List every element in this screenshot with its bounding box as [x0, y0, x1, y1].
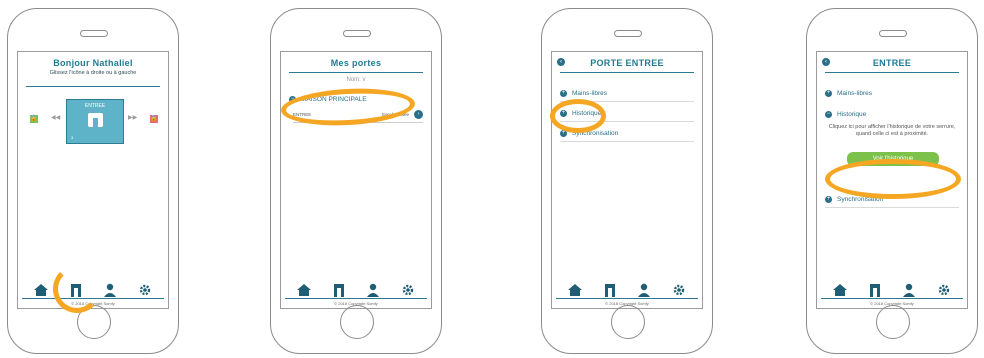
- speaker: [879, 30, 907, 37]
- minus-icon: −: [825, 111, 832, 118]
- door-card[interactable]: ENTREE 3: [66, 99, 124, 144]
- house-icon: [34, 284, 49, 296]
- nav-settings[interactable]: [670, 281, 688, 299]
- arrow-right-icon: ▶▶: [128, 115, 138, 121]
- title-divider: [26, 86, 160, 87]
- phone-4: ‹ ENTREE + Mains-libres − Historique Cli…: [806, 8, 978, 354]
- lock-icon[interactable]: 🔒: [150, 115, 158, 123]
- page-title: ENTREE: [872, 58, 912, 68]
- title-divider: [560, 72, 694, 73]
- door-icon: [333, 283, 344, 297]
- highlight-ring: [53, 265, 101, 313]
- bottom-nav: [817, 277, 967, 299]
- gear-icon: [402, 284, 413, 296]
- nav-home[interactable]: [295, 281, 313, 299]
- house-icon: [568, 284, 583, 296]
- phone-1: Bonjour Nathaliel Glissez l'icône à droi…: [7, 8, 179, 354]
- nav-user[interactable]: [364, 281, 382, 299]
- title-bar: ENTREE: [817, 58, 967, 68]
- history-message: Cliquez ici pour afficher l'historique d…: [828, 124, 956, 137]
- gear-icon: [938, 284, 949, 296]
- highlight-ring: [550, 99, 606, 133]
- sort-header[interactable]: Nom: v: [291, 77, 421, 83]
- bottom-nav: [552, 277, 702, 299]
- page-title: Mes portes: [330, 58, 382, 68]
- house-icon: [297, 284, 312, 296]
- nav-user[interactable]: [900, 281, 918, 299]
- title-bar: PORTE ENTREE: [552, 58, 702, 68]
- speaker: [614, 30, 642, 37]
- user-icon: [367, 283, 380, 297]
- nav-home[interactable]: [566, 281, 584, 299]
- phone-2: Mes portes Nom: v − MAISON PRINCIPALE EN…: [270, 8, 442, 354]
- nav-settings[interactable]: [935, 281, 953, 299]
- chevron-right-icon[interactable]: ›: [414, 110, 423, 119]
- home-button[interactable]: [340, 305, 374, 339]
- page-title: Bonjour Nathaliel: [53, 58, 133, 68]
- home-button[interactable]: [611, 305, 645, 339]
- arrow-left-icon: ◀◀: [51, 115, 61, 121]
- plus-icon: +: [560, 90, 567, 97]
- gear-icon: [139, 284, 150, 296]
- phone-3: ‹ PORTE ENTREE + Mains-libres + Historiq…: [541, 8, 713, 354]
- user-icon: [903, 283, 916, 297]
- nav-doors[interactable]: [601, 281, 619, 299]
- bottom-nav: [281, 277, 431, 299]
- house-icon: [833, 284, 848, 296]
- page-subtitle: Glissez l'icône à droite ou à gauche: [49, 70, 137, 76]
- highlight-ring: [825, 159, 961, 199]
- nav-settings[interactable]: [399, 281, 417, 299]
- user-icon: [638, 283, 651, 297]
- user-icon: [104, 283, 117, 297]
- speaker: [343, 30, 371, 37]
- menu-item-label: Mains-libres: [572, 90, 608, 97]
- plus-icon: +: [825, 90, 832, 97]
- menu-item-label: Historique: [837, 111, 867, 118]
- screen-door-detail: ‹ PORTE ENTREE + Mains-libres + Historiq…: [551, 51, 703, 309]
- menu-item-history[interactable]: − Historique: [825, 107, 959, 122]
- title-divider: [825, 72, 959, 73]
- title-bar: Bonjour Nathaliel Glissez l'icône à droi…: [18, 58, 168, 76]
- page-title: PORTE ENTREE: [590, 58, 664, 68]
- menu-item-handsfree[interactable]: + Mains-libres: [825, 86, 959, 101]
- door-label: ENTREE: [84, 103, 106, 109]
- nav-user[interactable]: [101, 281, 119, 299]
- unlock-icon[interactable]: 🔓: [30, 115, 38, 123]
- plus-icon: +: [825, 196, 832, 203]
- home-button[interactable]: [876, 305, 910, 339]
- menu-item-label: Mains-libres: [837, 90, 873, 97]
- nav-home[interactable]: [32, 281, 50, 299]
- door-icon: [869, 283, 880, 297]
- nav-user[interactable]: [635, 281, 653, 299]
- title-divider: [289, 72, 423, 73]
- nav-doors[interactable]: [866, 281, 884, 299]
- nav-home[interactable]: [831, 281, 849, 299]
- speaker: [80, 30, 108, 37]
- door-icon: [88, 113, 103, 127]
- door-number: 3: [71, 135, 74, 140]
- door-icon: [604, 283, 615, 297]
- nav-settings[interactable]: [136, 281, 154, 299]
- nav-doors[interactable]: [330, 281, 348, 299]
- title-bar: Mes portes: [281, 58, 431, 68]
- gear-icon: [673, 284, 684, 296]
